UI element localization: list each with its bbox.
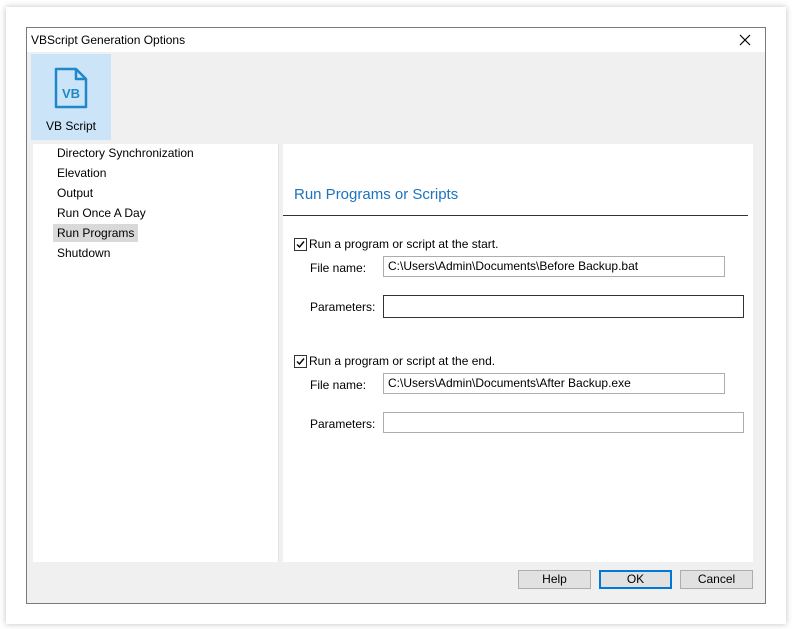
close-button[interactable]: [725, 28, 765, 52]
start-parameters-input[interactable]: [383, 295, 744, 318]
title-bar: VBScript Generation Options: [27, 28, 765, 52]
dialog-window: VBScript Generation Options VB VB Script…: [26, 27, 766, 604]
end-file-name-label: File name:: [310, 378, 367, 392]
close-icon: [739, 34, 751, 46]
nav-item-directory-synchronization[interactable]: Directory Synchronization: [53, 144, 198, 162]
start-parameters-label: Parameters:: [310, 300, 376, 314]
panel-heading: Run Programs or Scripts: [294, 186, 459, 203]
run-at-start-checkbox[interactable]: [294, 238, 307, 251]
run-at-end-label: Run a program or script at the end.: [309, 354, 496, 368]
cancel-button[interactable]: Cancel: [680, 570, 753, 589]
nav-item-run-programs[interactable]: Run Programs: [53, 224, 139, 242]
vb-script-file-icon: VB: [54, 67, 88, 109]
checkmark-icon: [296, 358, 305, 366]
run-programs-panel: Run Programs or Scripts Run a program or…: [283, 144, 753, 562]
ribbon: VB VB Script: [27, 52, 765, 142]
end-parameters-label: Parameters:: [310, 417, 376, 431]
help-button[interactable]: Help: [518, 570, 591, 589]
nav-item-elevation[interactable]: Elevation: [53, 164, 110, 182]
checkmark-icon: [296, 241, 305, 249]
run-at-start-label: Run a program or script at the start.: [309, 237, 499, 251]
vb-icon-text: VB: [62, 86, 80, 101]
end-parameters-input[interactable]: [383, 412, 744, 433]
nav-item-shutdown[interactable]: Shutdown: [53, 244, 114, 262]
end-file-name-input[interactable]: C:\Users\Admin\Documents\After Backup.ex…: [383, 373, 725, 394]
ribbon-item-vb-script[interactable]: VB VB Script: [31, 54, 111, 140]
start-file-name-input[interactable]: C:\Users\Admin\Documents\Before Backup.b…: [383, 256, 725, 277]
nav-item-run-once-a-day[interactable]: Run Once A Day: [53, 204, 150, 222]
nav-item-output[interactable]: Output: [53, 184, 97, 202]
heading-divider: [283, 215, 748, 216]
window-title: VBScript Generation Options: [31, 33, 186, 47]
ok-button[interactable]: OK: [599, 570, 672, 589]
run-at-end-checkbox[interactable]: [294, 355, 307, 368]
ribbon-item-label: VB Script: [45, 119, 96, 133]
start-file-name-label: File name:: [310, 261, 367, 275]
options-nav: Directory Synchronization Elevation Outp…: [33, 144, 279, 562]
